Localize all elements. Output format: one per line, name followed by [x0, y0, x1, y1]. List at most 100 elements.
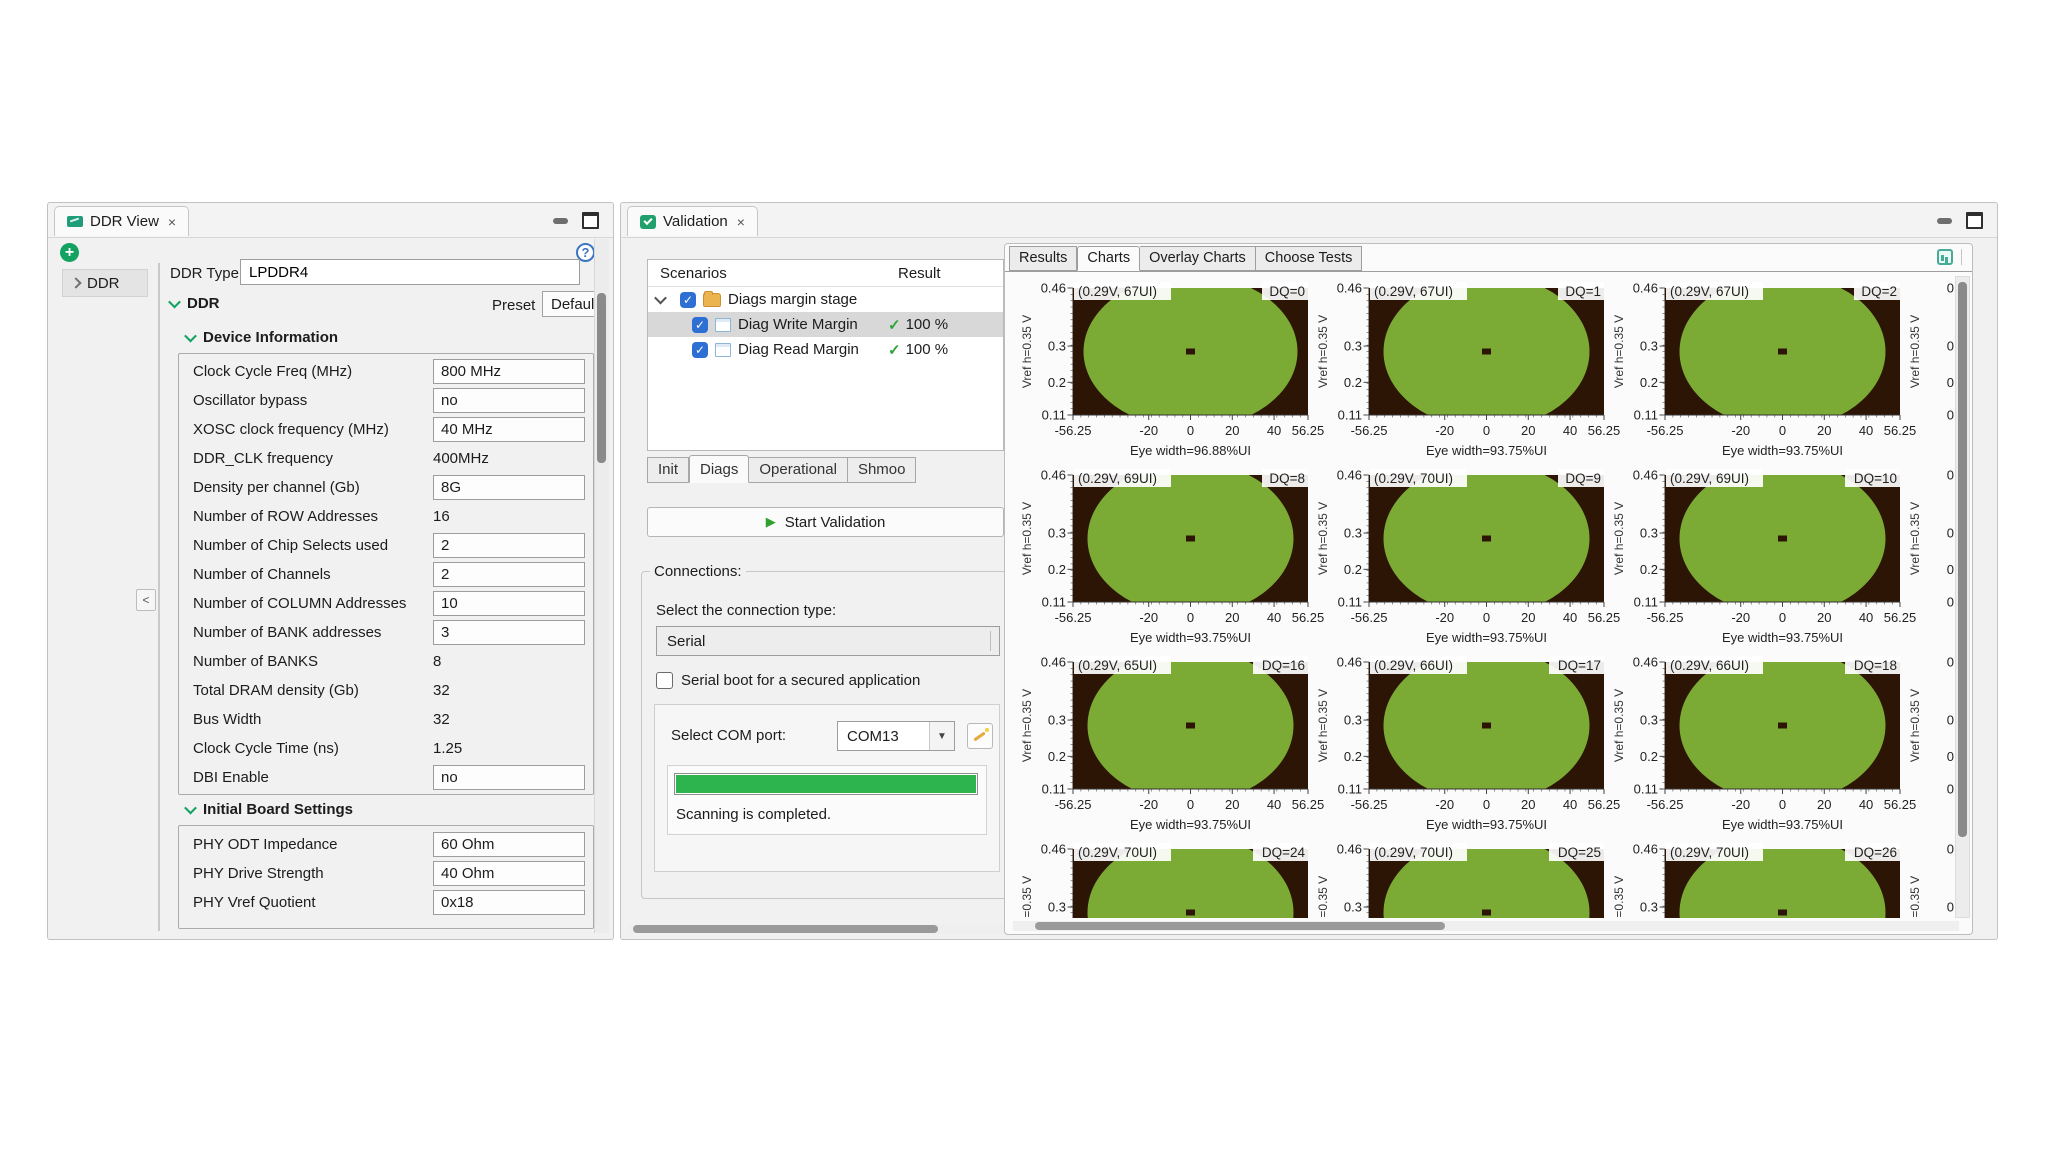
preset-dropdown[interactable]: Default — [542, 291, 602, 317]
svg-text:Vref h=0.35 V: Vref h=0.35 V — [1908, 315, 1922, 388]
scenarios-column-header[interactable]: Scenarios — [648, 265, 727, 282]
eye-diagram-DQ=0: 0.460.30.20.11Vref h=0.35 V-56.25-200204… — [1020, 278, 1324, 458]
ddr-type-row: DDR Type: — [170, 265, 243, 282]
scenario-row[interactable]: ✓Diag Read Margin✓100 % — [648, 337, 1003, 362]
close-icon[interactable]: × — [737, 214, 745, 230]
field-value[interactable]: no — [433, 388, 585, 413]
field-value[interactable]: 800 MHz — [433, 359, 585, 384]
scrollbar-thumb[interactable] — [633, 925, 938, 933]
add-ddr-button[interactable]: + — [60, 243, 79, 262]
tab-operational[interactable]: Operational — [749, 457, 848, 483]
expander-down-icon[interactable] — [654, 292, 667, 305]
checkbox-unchecked-icon[interactable] — [656, 672, 673, 689]
eye-diagram-DQ=1: 0.460.30.20.11Vref h=0.35 V-56.25-200204… — [1316, 278, 1620, 458]
detect-port-button[interactable] — [967, 723, 993, 749]
svg-text:56.25: 56.25 — [1292, 610, 1325, 625]
scenario-row[interactable]: ✓Diag Write Margin✓100 % — [648, 312, 1003, 337]
field-value[interactable]: 2 — [433, 533, 585, 558]
play-icon: ▶ — [766, 514, 776, 530]
svg-text:0: 0 — [1947, 782, 1954, 797]
tab-validation[interactable]: Validation × — [627, 206, 758, 236]
maximize-icon[interactable] — [1966, 212, 1983, 229]
export-charts-icon[interactable] — [1937, 249, 1953, 265]
svg-text:0.3: 0.3 — [1640, 900, 1658, 915]
svg-text:20: 20 — [1225, 610, 1239, 625]
eye-diagram-grid: 0.460.30.20.11Vref h=0.35 V-56.25-200204… — [1013, 278, 1961, 918]
validation-horizontal-scrollbar[interactable] — [629, 924, 1007, 934]
section-device-information[interactable]: Device Information — [186, 329, 338, 346]
section-initial-board-settings[interactable]: Initial Board Settings — [186, 801, 353, 818]
section-ddr[interactable]: DDR — [170, 295, 220, 312]
minimize-icon[interactable] — [1937, 218, 1952, 224]
minimize-icon[interactable] — [553, 218, 568, 224]
chart-title: (0.29V, 67UI) — [1670, 284, 1749, 299]
tab-charts[interactable]: Charts — [1077, 246, 1140, 271]
field-label: Number of BANK addresses — [179, 624, 381, 641]
eye-diagram-DQ=8: 0.460.30.20.11Vref h=0.35 V-56.25-200204… — [1020, 462, 1324, 646]
checkbox-checked-icon[interactable]: ✓ — [692, 342, 708, 358]
svg-text:0: 0 — [1187, 610, 1194, 625]
tab-diags[interactable]: Diags — [689, 455, 749, 483]
start-validation-button[interactable]: ▶ Start Validation — [647, 507, 1004, 537]
field-value[interactable]: no — [433, 765, 585, 790]
close-icon[interactable]: × — [168, 214, 176, 230]
board-settings-group: PHY ODT Impedance60 OhmPHY Drive Strengt… — [178, 825, 594, 929]
svg-text:40: 40 — [1563, 797, 1577, 812]
field-value[interactable]: 60 Ohm — [433, 832, 585, 857]
scrollbar-thumb[interactable] — [1035, 922, 1445, 930]
field-label: XOSC clock frequency (MHz) — [179, 421, 389, 438]
svg-text:-56.25: -56.25 — [1351, 797, 1388, 812]
svg-text:0: 0 — [1779, 797, 1786, 812]
checkbox-checked-icon[interactable]: ✓ — [680, 292, 696, 308]
tab-ddr-view[interactable]: DDR View × — [54, 206, 189, 236]
svg-text:0: 0 — [1947, 595, 1954, 610]
section-board-label: Initial Board Settings — [203, 801, 353, 818]
connection-type-value: Serial — [667, 633, 705, 650]
folder-icon — [703, 293, 721, 307]
progress-fill — [676, 775, 976, 793]
svg-text:0.2: 0.2 — [1344, 562, 1362, 577]
field-value[interactable]: 0x18 — [433, 890, 585, 915]
eye-diagram-DQ=2: 0.460.30.20.11Vref h=0.35 V-56.25-200204… — [1612, 278, 1916, 458]
tab-results[interactable]: Results — [1009, 246, 1077, 271]
chart-title: (0.29V, 69UI) — [1670, 471, 1749, 486]
ddr-type-input[interactable] — [240, 259, 580, 285]
scrollbar-thumb[interactable] — [1958, 282, 1967, 837]
scrollbar-thumb[interactable] — [597, 293, 606, 463]
field-value[interactable]: 8G — [433, 475, 585, 500]
field-value[interactable]: 40 MHz — [433, 417, 585, 442]
svg-text:0.46: 0.46 — [1041, 468, 1066, 483]
tab-choose-tests[interactable]: Choose Tests — [1256, 246, 1363, 271]
eye-width-label: Eye width=93.75%UI — [1722, 630, 1843, 645]
svg-text:0.46: 0.46 — [1633, 468, 1658, 483]
svg-text:0.46: 0.46 — [1633, 281, 1658, 296]
checkbox-checked-icon[interactable]: ✓ — [692, 317, 708, 333]
field-value: 16 — [433, 508, 585, 525]
tab-init[interactable]: Init — [647, 457, 689, 483]
chart-dq-label: DQ=0 — [1269, 284, 1305, 299]
tab-overlay-charts[interactable]: Overlay Charts — [1140, 246, 1256, 271]
test-table-icon — [715, 318, 731, 332]
collapse-tree-button[interactable]: < — [136, 589, 156, 611]
scenario-group-row[interactable]: ✓ Diags margin stage — [648, 287, 1003, 312]
result-column-header[interactable]: Result — [898, 265, 941, 282]
dropdown-arrow-icon[interactable]: ▼ — [929, 722, 954, 750]
field-row: Number of BANK addresses 3 — [179, 618, 593, 647]
field-value[interactable]: 2 — [433, 562, 585, 587]
svg-text:-56.25: -56.25 — [1351, 610, 1388, 625]
charts-horizontal-scrollbar[interactable] — [1013, 921, 1959, 931]
connection-type-dropdown[interactable]: Serial — [656, 626, 1000, 656]
ddr-vertical-scrollbar[interactable] — [594, 239, 609, 933]
field-value[interactable]: 3 — [433, 620, 585, 645]
sidebar-item-ddr[interactable]: DDR — [62, 269, 148, 297]
svg-text:0: 0 — [1947, 339, 1954, 354]
field-label: Density per channel (Gb) — [179, 479, 360, 496]
validation-tabbar: Validation × — [621, 203, 1997, 238]
charts-vertical-scrollbar[interactable] — [1955, 276, 1970, 918]
tab-shmoo[interactable]: Shmoo — [848, 457, 917, 483]
com-port-dropdown[interactable]: COM13 ▼ — [837, 721, 955, 751]
field-value[interactable]: 40 Ohm — [433, 861, 585, 886]
field-label: Clock Cycle Time (ns) — [179, 740, 339, 757]
field-value[interactable]: 10 — [433, 591, 585, 616]
maximize-icon[interactable] — [582, 212, 599, 229]
